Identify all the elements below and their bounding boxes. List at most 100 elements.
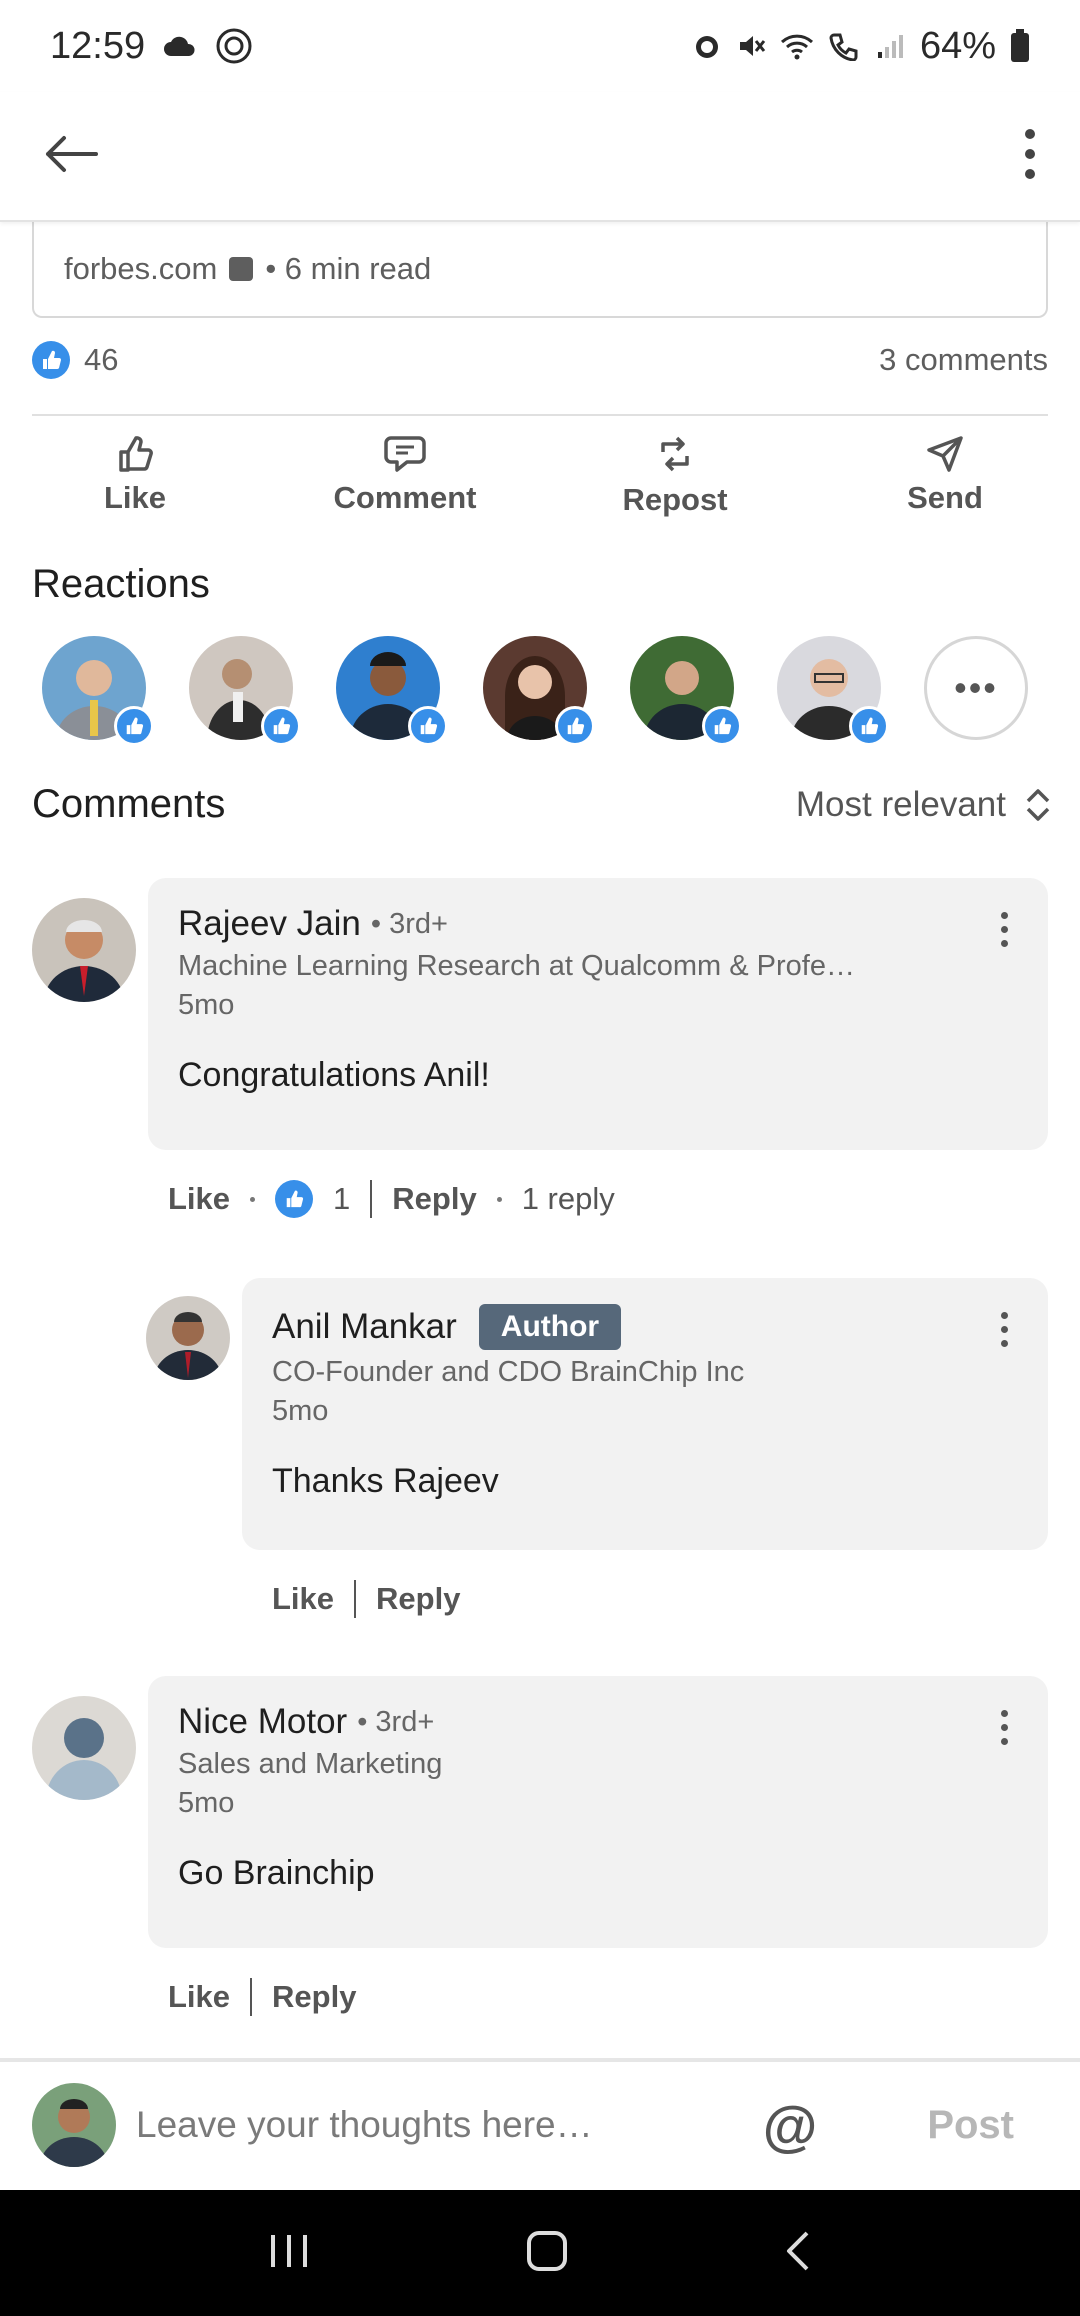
divider [250, 1978, 253, 2016]
mute-icon [736, 31, 766, 61]
like-reaction-icon [275, 1180, 314, 1218]
comment-composer: Leave your thoughts here… @ Post [0, 2058, 1080, 2188]
comment-text: Thanks Rajeev [272, 1462, 499, 1500]
comment-like-button[interactable]: Like [168, 1979, 230, 2015]
battery-icon [1010, 29, 1030, 63]
comment-more-icon[interactable] [1001, 1312, 1008, 1347]
reactor-avatar[interactable] [777, 636, 889, 746]
thumb-up-icon [119, 436, 153, 472]
source-icon [229, 257, 254, 281]
comment-button[interactable]: Comment [270, 420, 540, 530]
comment-input[interactable]: Leave your thoughts here… [136, 2104, 763, 2146]
comment-reply-button[interactable]: Reply [272, 1979, 356, 2015]
send-button[interactable]: Send [810, 420, 1080, 530]
cloud-icon [163, 34, 197, 58]
repost-label: Repost [622, 482, 728, 517]
commenter-name[interactable]: Rajeev Jain [178, 904, 361, 944]
reactor-avatar[interactable] [630, 636, 742, 746]
avatar[interactable] [32, 1696, 136, 1800]
comment-reply-button[interactable]: Reply [392, 1181, 476, 1217]
sort-dropdown[interactable]: Most relevant [796, 785, 1052, 825]
avatar[interactable] [146, 1296, 230, 1380]
app-bar [0, 92, 1080, 222]
comment-time: 5mo [272, 1395, 329, 1427]
like-badge-icon [702, 706, 742, 746]
reactor-avatar[interactable] [483, 636, 595, 746]
comments-title: Comments [32, 782, 226, 826]
like-button[interactable]: Like [0, 420, 270, 530]
status-bar: 12:59 64% [0, 0, 1080, 92]
divider [370, 1180, 373, 1218]
wifi-icon [780, 32, 814, 60]
article-source: forbes.com [64, 251, 218, 286]
post-detail: forbes.com • 6 min read 46 3 comments Li… [0, 222, 1080, 2060]
comment-like-button[interactable]: Like [272, 1581, 334, 1617]
commenter-headline: CO-Founder and CDO BrainChip Inc [272, 1356, 745, 1388]
dot-separator [250, 1196, 256, 1202]
comment-reply-button[interactable]: Reply [376, 1581, 460, 1617]
like-label: Like [103, 480, 167, 515]
repost-icon [661, 436, 689, 472]
wifi-call-icon [828, 31, 862, 61]
divider [354, 1580, 357, 1618]
reactor-avatar[interactable] [189, 636, 301, 746]
connection-degree: • 3rd+ [370, 907, 448, 940]
like-badge-icon [408, 706, 448, 746]
sort-label: Most relevant [795, 784, 1006, 824]
sort-chevron-icon [1026, 788, 1050, 821]
dot-separator [496, 1196, 502, 1202]
like-reaction-icon [32, 341, 70, 379]
comment-count[interactable]: 3 comments [879, 342, 1048, 378]
comment-more-icon[interactable] [1001, 912, 1008, 947]
alarm-icon [692, 31, 722, 61]
reply-count[interactable]: 1 reply [522, 1181, 615, 1217]
commenter-name[interactable]: Anil Mankar [272, 1307, 457, 1347]
home-icon[interactable] [525, 2229, 569, 2278]
comment-bubble: Nice Motor • 3rd+ Sales and Marketing 5m… [148, 1676, 1048, 1948]
back-arrow-icon[interactable] [40, 129, 104, 184]
comment-like-count[interactable]: 1 [333, 1181, 350, 1217]
social-counts: 46 3 comments [32, 330, 1048, 390]
at-icon [215, 27, 253, 65]
back-icon[interactable] [783, 2229, 813, 2278]
system-nav-bar [0, 2190, 1080, 2316]
reaction-count[interactable]: 46 [84, 342, 118, 378]
like-badge-icon [849, 706, 889, 746]
reply-bubble: Anil Mankar Author CO-Founder and CDO Br… [242, 1278, 1048, 1550]
signal-icon [876, 32, 906, 60]
action-bar: Like Comment Repost Send [0, 420, 1080, 530]
divider [32, 414, 1048, 416]
comments-header: Comments Most relevant [32, 782, 1052, 827]
mention-button[interactable]: @ [763, 2093, 818, 2158]
reactor-avatar[interactable] [336, 636, 448, 746]
reactions-title: Reactions [32, 562, 210, 606]
like-badge-icon [555, 706, 595, 746]
send-icon [927, 436, 963, 472]
comment-actions: Like 1 Reply 1 reply [168, 1180, 615, 1218]
battery-percent: 64% [919, 24, 996, 67]
avatar[interactable] [32, 898, 136, 1002]
like-badge-icon [114, 706, 154, 746]
like-badge-icon [261, 706, 301, 746]
post-button[interactable]: Post [927, 2103, 1014, 2148]
comment-time: 5mo [178, 989, 235, 1021]
status-time: 12:59 [50, 24, 146, 67]
reactor-avatar[interactable] [42, 636, 154, 746]
comment-time: 5mo [178, 1787, 235, 1819]
comment-bubble: Rajeev Jain • 3rd+ Machine Learning Rese… [148, 878, 1048, 1150]
my-avatar [32, 2083, 116, 2167]
comment-text: Congratulations Anil! [178, 1056, 490, 1094]
more-vertical-icon[interactable] [1020, 124, 1040, 189]
article-read-time: • 6 min read [265, 251, 432, 286]
repost-button[interactable]: Repost [540, 420, 810, 530]
commenter-name[interactable]: Nice Motor [178, 1702, 347, 1742]
more-reactors-button[interactable]: ••• [924, 636, 1028, 740]
comment-like-button[interactable]: Like [168, 1181, 230, 1217]
connection-degree: • 3rd+ [357, 1705, 435, 1738]
comment-more-icon[interactable] [1001, 1710, 1008, 1745]
comment-text: Go Brainchip [178, 1854, 375, 1892]
reply-actions: Like Reply [272, 1580, 460, 1618]
article-link-card[interactable]: forbes.com • 6 min read [32, 222, 1048, 318]
comment-label: Comment [333, 480, 477, 515]
recents-icon[interactable] [267, 2231, 311, 2276]
